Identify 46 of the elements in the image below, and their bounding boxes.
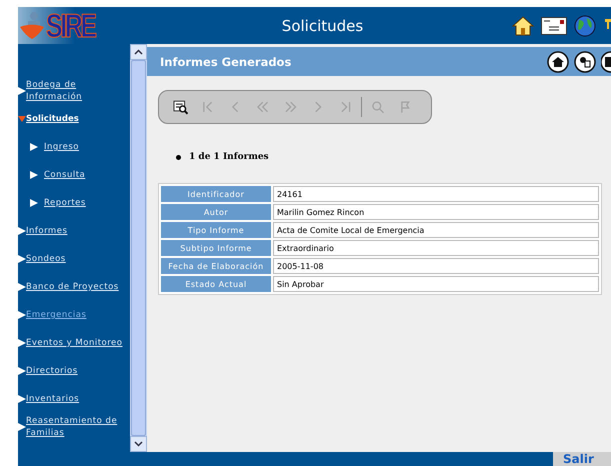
field-value: Sin Aprobar <box>273 276 599 292</box>
sidebar-link[interactable]: Bodega de Información <box>26 79 130 103</box>
field-label: Fecha de Elaboración <box>161 258 271 274</box>
scroll-thumb[interactable] <box>131 60 146 436</box>
home-icon[interactable] <box>547 50 569 72</box>
scrollbar[interactable] <box>130 44 147 452</box>
bullet-arrow-icon <box>30 143 38 151</box>
field-label: Estado Actual <box>161 276 271 292</box>
result-count: 1 de 1 Informes <box>189 152 269 162</box>
sidebar-sublink[interactable]: Ingreso <box>44 141 79 153</box>
field-value: Acta de Comite Local de Emergencia <box>273 222 599 238</box>
panel-title: Informes Generados <box>160 54 292 68</box>
chevron-up-icon <box>134 49 143 55</box>
globe-icon[interactable] <box>574 14 596 36</box>
field-label: Identificador <box>161 186 271 202</box>
sidebar-link[interactable]: Sondeos <box>26 253 66 265</box>
sidebar-link[interactable]: Emergencias <box>26 309 86 321</box>
home-icon[interactable] <box>512 16 534 36</box>
bullet-arrow-icon <box>30 171 38 179</box>
sidebar-link[interactable]: Banco de Proyectos <box>26 281 119 293</box>
envelope-icon[interactable] <box>541 16 567 34</box>
printer-icon[interactable] <box>601 50 611 72</box>
field-label: Autor <box>161 204 271 220</box>
chevron-down-icon <box>134 441 143 447</box>
sidebar-link[interactable]: Solicitudes <box>26 113 79 125</box>
sidebar-link[interactable]: Informes <box>26 225 68 237</box>
sidebar-sublink[interactable]: Reportes <box>44 197 86 209</box>
search-icon[interactable] <box>173 99 188 115</box>
sidebar-link[interactable]: Directorios <box>26 365 78 377</box>
document-icon[interactable] <box>574 50 596 72</box>
sidebar-link[interactable]: Eventos y Monitoreo <box>26 337 122 349</box>
sidebar-link[interactable]: Inventarios <box>26 393 80 405</box>
bullet-icon <box>176 154 181 160</box>
field-value: Marilin Gomez Rincon <box>273 204 599 220</box>
scroll-up-button[interactable] <box>130 44 147 60</box>
page-title: Solicitudes <box>280 16 364 34</box>
sidebar-link[interactable]: Reasentamiento de Familias <box>26 415 130 439</box>
field-label: Tipo Informe <box>161 222 271 238</box>
field-value: 24161 <box>273 186 599 202</box>
field-value: 2005-11-08 <box>273 258 599 274</box>
sidebar-sublink[interactable]: Consulta <box>44 169 86 181</box>
scroll-down-button[interactable] <box>130 436 147 452</box>
bullet-arrow-icon <box>30 199 38 207</box>
field-value: Extraordinario <box>273 240 599 256</box>
field-label: Subtipo Informe <box>161 240 271 256</box>
exit-button[interactable]: Salir <box>553 452 611 466</box>
